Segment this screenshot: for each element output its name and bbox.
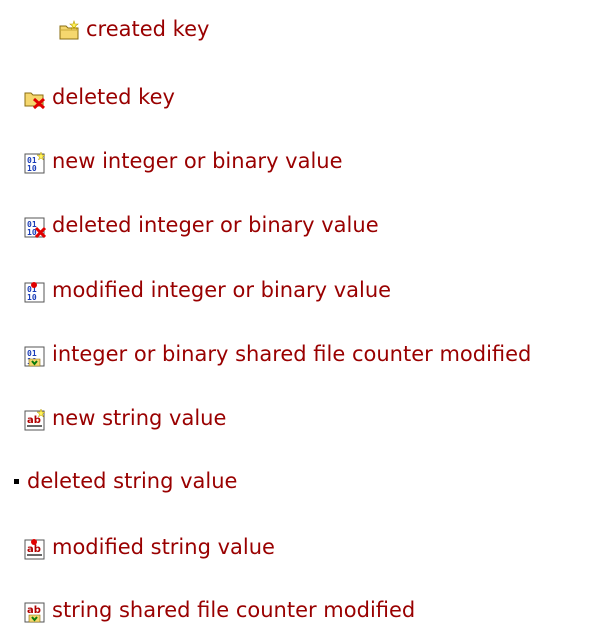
- legend-item-created-key[interactable]: created key: [58, 16, 209, 42]
- deleted-key-icon: [24, 88, 46, 110]
- svg-text:10: 10: [27, 293, 37, 302]
- string-shared-counter-icon: ab: [24, 601, 46, 623]
- legend-item-label: deleted string value: [27, 469, 238, 493]
- legend-item-label: modified integer or binary value: [52, 278, 392, 302]
- legend-item-modified-binary-value[interactable]: 01 10 modified integer or binary value: [24, 277, 391, 303]
- modified-string-value-icon: ab: [24, 538, 46, 560]
- bullet-icon: [14, 478, 19, 484]
- legend-item-label: string shared file counter modified: [52, 598, 416, 622]
- legend-item-label: deleted key: [52, 85, 175, 109]
- svg-text:ab: ab: [27, 605, 41, 616]
- legend-item-label: created key: [86, 17, 210, 41]
- modified-binary-value-icon: 01 10: [24, 281, 46, 303]
- legend-item-modified-string-value[interactable]: ab modified string value: [24, 534, 275, 560]
- legend-item-new-string-value[interactable]: ab new string value: [24, 405, 226, 431]
- legend-item-new-binary-value[interactable]: 01 10 new integer or binary value: [24, 148, 343, 174]
- legend-item-label: new integer or binary value: [52, 149, 343, 173]
- legend-item-label: new string value: [52, 406, 227, 430]
- legend-item-deleted-key[interactable]: deleted key: [24, 84, 175, 110]
- binary-shared-counter-icon: 01 10: [24, 345, 46, 367]
- svg-text:10: 10: [27, 164, 37, 173]
- cut-off-text: [20, 0, 27, 8]
- created-key-icon: [58, 20, 80, 42]
- legend-item-deleted-binary-value[interactable]: 01 10 deleted integer or binary value: [24, 212, 379, 238]
- legend-item-string-shared-counter[interactable]: ab string shared file counter modified: [24, 597, 415, 623]
- new-string-value-icon: ab: [24, 409, 46, 431]
- legend-item-label: modified string value: [52, 535, 275, 559]
- legend-item-label: deleted integer or binary value: [52, 213, 379, 237]
- legend-item-deleted-string-value[interactable]: deleted string value: [8, 468, 237, 494]
- deleted-binary-value-icon: 01 10: [24, 216, 46, 238]
- svg-text:ab: ab: [27, 544, 41, 555]
- new-binary-value-icon: 01 10: [24, 152, 46, 174]
- legend-item-label: integer or binary shared file counter mo…: [52, 342, 532, 366]
- legend-item-binary-shared-counter[interactable]: 01 10 integer or binary shared file coun…: [24, 341, 531, 367]
